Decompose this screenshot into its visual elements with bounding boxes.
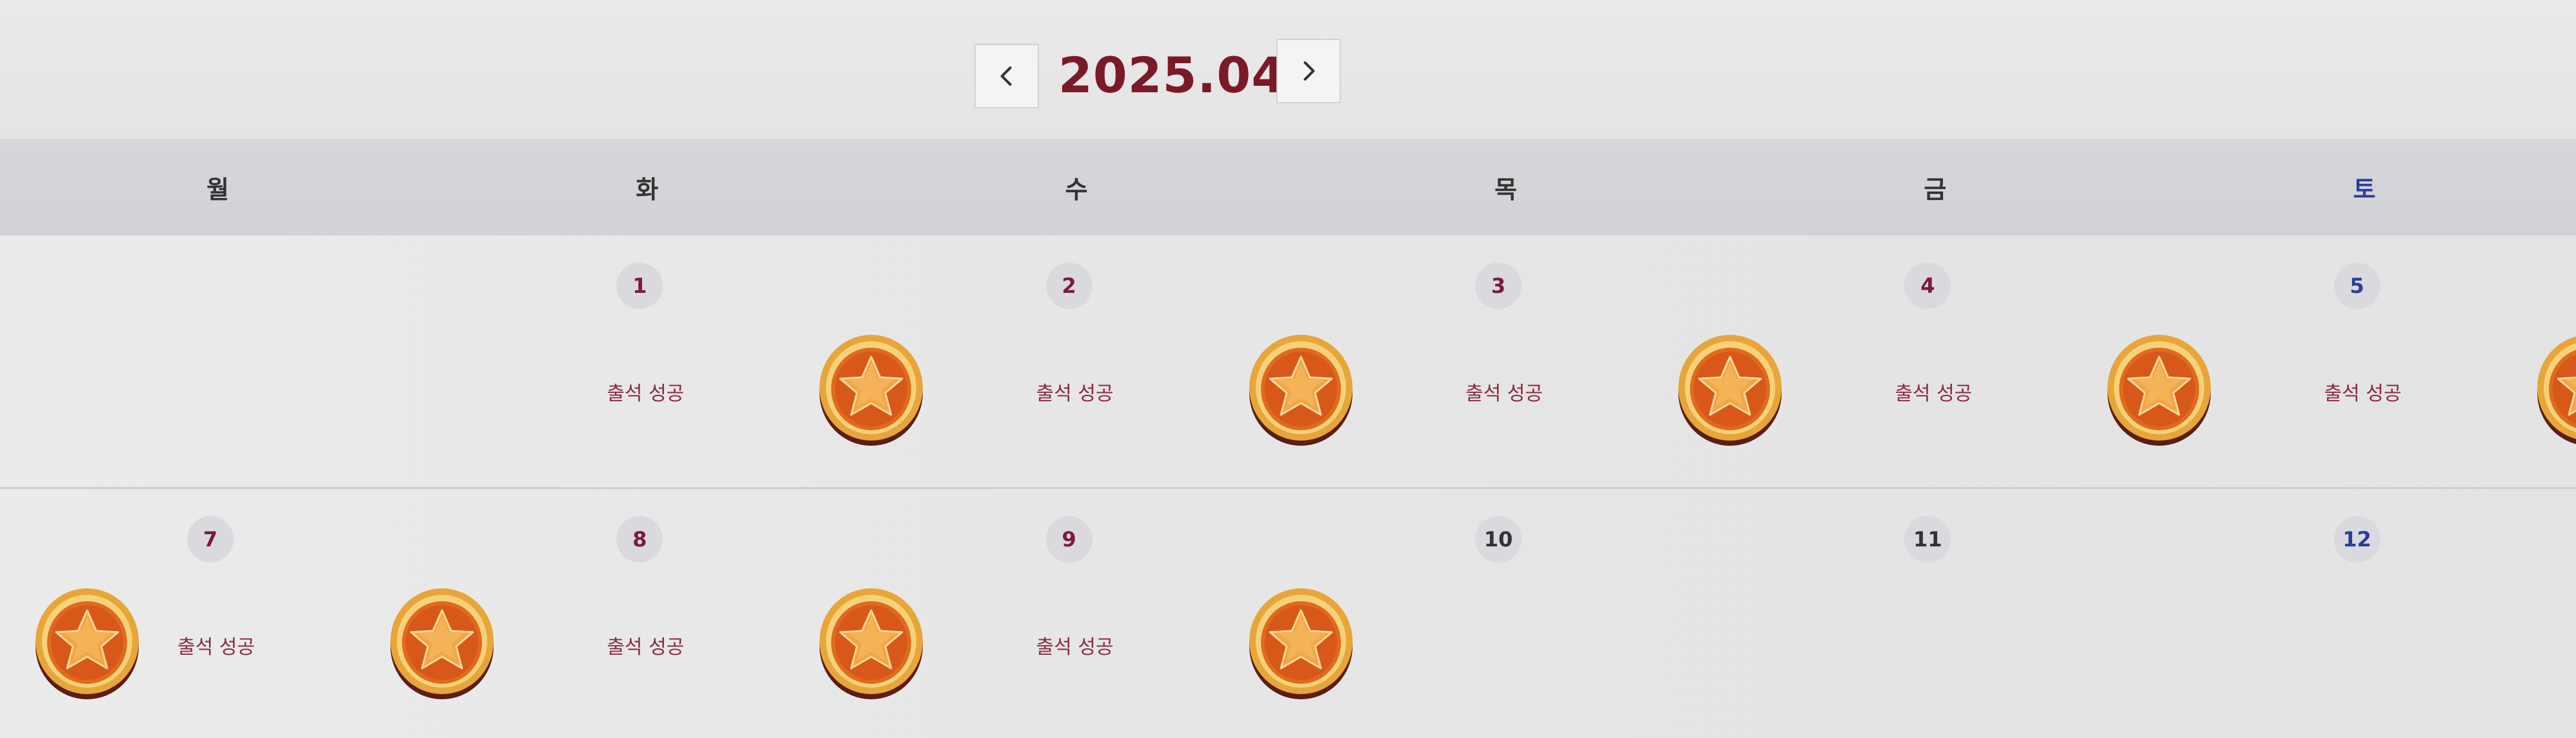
day-cell-empty [0, 235, 429, 487]
day-number: 3 [1474, 263, 1522, 309]
day-cell[interactable]: 2 출석 성공 [859, 235, 1353, 487]
day-number: 2 [1045, 263, 1092, 309]
star-coin-icon [2534, 326, 2576, 448]
weekday-header: 월 화 수 목 금 토 [0, 139, 2576, 235]
chevron-right-icon [1303, 61, 1315, 81]
day-number: 11 [1904, 516, 1951, 563]
attendance-status: 출석 성공 [1465, 383, 1543, 405]
star-coin-icon [32, 579, 142, 702]
day-cell[interactable]: 12 [2147, 489, 2576, 738]
day-number: 5 [2333, 263, 2380, 309]
attendance-status: 출석 성공 [607, 383, 685, 405]
day-number: 7 [187, 516, 234, 563]
day-cell[interactable]: 1 출석 성공 [429, 235, 923, 487]
day-cell[interactable]: 11 [1717, 489, 2146, 738]
day-cell[interactable]: 3 출석 성공 [1288, 235, 1782, 487]
calendar-header: 2025.04 [0, 0, 2576, 148]
chevron-left-icon [1000, 66, 1012, 86]
attendance-status: 출석 성공 [2324, 383, 2402, 405]
day-number: 4 [1904, 263, 1951, 309]
weekday-thu: 목 [1494, 175, 1517, 204]
day-number: 12 [2333, 516, 2380, 563]
prev-month-button[interactable] [974, 44, 1039, 108]
weekday-sat: 토 [2353, 175, 2376, 204]
weekday-tue: 화 [636, 175, 659, 204]
day-number: 8 [616, 516, 663, 563]
weekday-fri: 금 [1924, 175, 1947, 204]
week-row-2: 7 출석 성공 8 출석 성공 9 출석 성공 10 11 12 [0, 489, 2576, 738]
day-cell[interactable]: 8 출석 성공 [429, 489, 923, 738]
day-cell[interactable]: 4 출석 성공 [1717, 235, 2211, 487]
attendance-status: 출석 성공 [1036, 383, 1114, 405]
day-number: 9 [1045, 516, 1092, 563]
weekday-wed: 수 [1065, 175, 1088, 204]
attendance-status: 출석 성공 [607, 636, 685, 659]
day-cell[interactable]: 7 출석 성공 [0, 489, 494, 738]
day-cell[interactable]: 9 출석 성공 [859, 489, 1353, 738]
day-cell[interactable]: 10 [1288, 489, 1717, 738]
week-row-1: 1 출석 성공 2 출석 성공 3 출석 성공 4 출석 성공 5 출석 성공 [0, 235, 2576, 489]
attendance-status: 출석 성공 [1036, 636, 1114, 659]
day-cell[interactable]: 5 출석 성공 [2147, 235, 2576, 487]
next-month-button[interactable] [1276, 39, 1341, 103]
weekday-mon: 월 [206, 175, 229, 204]
attendance-status: 출석 성공 [177, 636, 255, 659]
attendance-status: 출석 성공 [1895, 383, 1973, 405]
month-title: 2025.04 [1058, 46, 1287, 104]
day-number: 10 [1474, 516, 1522, 563]
day-number: 1 [616, 263, 663, 309]
